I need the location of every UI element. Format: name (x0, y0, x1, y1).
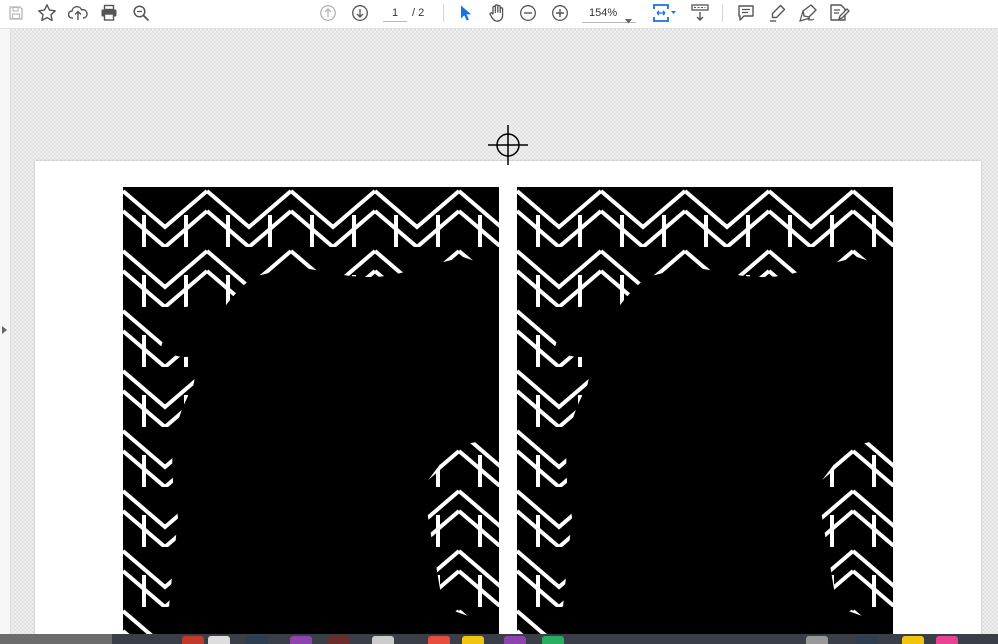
hand-tool-icon (487, 3, 507, 23)
print-button[interactable] (96, 2, 122, 24)
previous-page-button[interactable] (315, 2, 341, 24)
dock-app[interactable] (428, 636, 450, 644)
dock-app[interactable] (182, 636, 204, 644)
next-page-button[interactable] (347, 2, 373, 24)
acrobat-toolbar: / 2 154% (0, 0, 998, 29)
page-total-label: / 2 (412, 7, 425, 19)
document-canvas[interactable] (0, 29, 998, 634)
scroll-mode-button[interactable] (687, 2, 713, 24)
dock-app[interactable] (902, 636, 924, 644)
select-pointer-icon (459, 4, 473, 22)
zoom-in-icon (551, 4, 569, 22)
dock-app[interactable] (290, 636, 312, 644)
dock-app[interactable] (246, 636, 268, 644)
save-button[interactable] (3, 2, 29, 24)
fit-page-icon (651, 3, 677, 23)
find-button[interactable] (128, 2, 154, 24)
zoom-level-dropdown[interactable]: 154% (582, 4, 636, 24)
select-tool-button[interactable] (453, 2, 479, 24)
zoom-search-icon (132, 4, 150, 22)
print-icon (100, 4, 118, 22)
highlight-button[interactable] (764, 2, 790, 24)
expand-panel-icon[interactable] (2, 326, 7, 334)
left-panel-rail (0, 29, 11, 634)
bookmark-button[interactable] (34, 2, 60, 24)
upload-button[interactable] (65, 2, 91, 24)
pattern-artwork-right (517, 187, 893, 634)
previous-page-icon (319, 4, 337, 22)
dock-app[interactable] (936, 636, 958, 644)
os-dock (0, 634, 998, 644)
hand-tool-button[interactable] (484, 2, 510, 24)
highlight-pen-icon (768, 4, 786, 22)
sign-icon (798, 3, 818, 23)
dock-app[interactable] (806, 636, 828, 644)
comment-button[interactable] (733, 2, 759, 24)
fit-page-button[interactable] (650, 2, 678, 24)
pattern-artwork-left (123, 187, 499, 634)
dock-app[interactable] (542, 636, 564, 644)
dock-app[interactable] (856, 636, 878, 644)
dock-app[interactable] (328, 636, 350, 644)
bookmark-star-icon (37, 3, 57, 23)
toolbar-divider (722, 4, 723, 22)
scroll-mode-icon (690, 3, 710, 23)
comment-icon (737, 4, 755, 22)
sign-button[interactable] (795, 2, 821, 24)
dock-app[interactable] (504, 636, 526, 644)
zoom-out-icon (519, 4, 537, 22)
toolbar-divider (443, 4, 444, 22)
save-icon (8, 5, 24, 21)
zoom-out-button[interactable] (515, 2, 541, 24)
zoom-in-button[interactable] (547, 2, 573, 24)
dock-app[interactable] (462, 636, 484, 644)
page-number-input[interactable] (383, 5, 407, 22)
zoom-level-value: 154% (589, 7, 618, 19)
next-page-icon (351, 4, 369, 22)
fill-sign-icon (828, 3, 850, 23)
chevron-down-icon (625, 11, 632, 29)
fill-sign-button[interactable] (826, 2, 852, 24)
upload-cloud-icon (68, 4, 88, 22)
dock-app[interactable] (372, 636, 394, 644)
pdf-page (35, 161, 981, 634)
dock-app[interactable] (208, 636, 230, 644)
dock-left-region (0, 634, 112, 644)
